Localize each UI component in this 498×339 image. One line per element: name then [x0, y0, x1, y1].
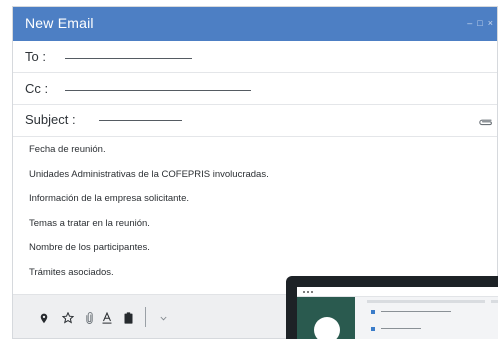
list-bullet — [371, 310, 375, 314]
screen-dot — [307, 291, 309, 293]
avatar — [314, 317, 340, 339]
body-line: Información de la empresa solicitante. — [29, 193, 189, 204]
star-icon[interactable] — [61, 311, 75, 325]
body-line: Nombre de los participantes. — [29, 242, 150, 253]
title-bar: New Email – □ × — [13, 7, 497, 41]
subject-placeholder-line — [99, 120, 182, 121]
screen-bar — [367, 300, 485, 303]
screen-bar — [491, 300, 498, 303]
subject-field[interactable]: Subject : — [13, 105, 497, 137]
to-label: To : — [25, 49, 46, 64]
to-placeholder-line — [65, 58, 192, 59]
screen-header — [297, 287, 498, 297]
window-controls: – □ × — [467, 17, 493, 29]
profile-panel — [297, 297, 355, 339]
to-field[interactable]: To : — [13, 41, 497, 73]
body-line: Trámites asociados. — [29, 266, 114, 278]
chevron-down-icon[interactable] — [158, 311, 168, 325]
text-format-icon[interactable] — [101, 311, 113, 325]
toolbar-divider — [145, 307, 146, 327]
minimize-button[interactable]: – — [467, 17, 472, 29]
attachment-icon[interactable] — [477, 114, 493, 132]
body-line: Unidades Administrativas de la COFEPRIS … — [29, 168, 269, 180]
screen-dot — [311, 291, 313, 293]
window-title: New Email — [25, 15, 94, 31]
list-line — [381, 311, 451, 312]
close-button[interactable]: × — [488, 17, 493, 29]
cc-label: Cc : — [25, 81, 49, 96]
list-line — [381, 328, 421, 329]
laptop-illustration — [286, 276, 498, 339]
laptop-screen — [297, 287, 498, 339]
body-line: Fecha de reunión. — [29, 144, 106, 155]
list-bullet — [371, 327, 375, 331]
clipboard-icon[interactable] — [123, 311, 133, 325]
maximize-button[interactable]: □ — [477, 17, 482, 29]
email-body[interactable]: Fecha de reunión. Unidades Administrativ… — [29, 143, 269, 290]
cc-field[interactable]: Cc : — [13, 73, 497, 105]
screen-dot — [303, 291, 305, 293]
location-pin-icon[interactable] — [39, 311, 49, 325]
paperclip-icon[interactable] — [84, 311, 94, 325]
body-line: Temas a tratar en la reunión. — [29, 217, 150, 229]
cc-placeholder-line — [65, 90, 251, 91]
subject-label: Subject : — [25, 112, 76, 127]
